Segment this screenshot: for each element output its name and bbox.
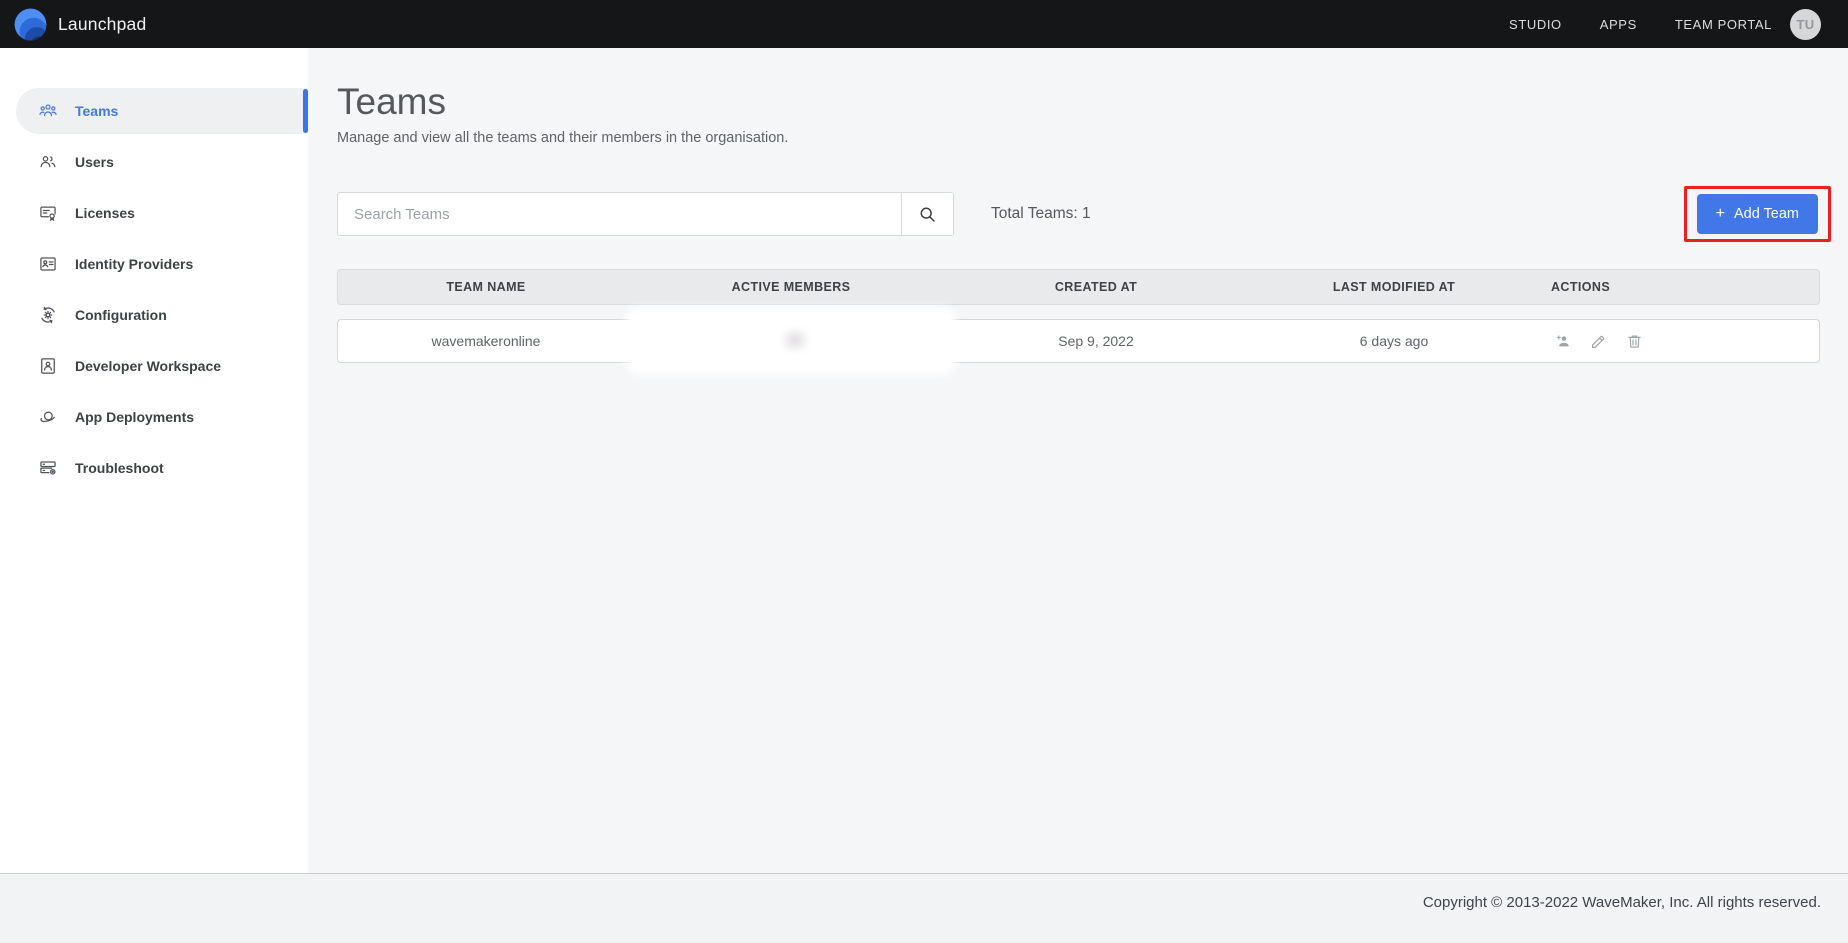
launchpad-app: Launchpad STUDIO APPS TEAM PORTAL TU Tea…	[0, 0, 1848, 943]
sidebar: Teams Users Licenses Identity Providers …	[0, 48, 308, 873]
table-row: wavemakeronline Sep 9, 2022 6 days ago	[337, 313, 1820, 369]
sidebar-item-label: Teams	[75, 103, 119, 119]
topbar: Launchpad STUDIO APPS TEAM PORTAL TU	[0, 0, 1848, 48]
footer: Copyright © 2013-2022 WaveMaker, Inc. Al…	[0, 873, 1848, 943]
sidebar-item-users[interactable]: Users	[16, 139, 308, 185]
col-active-members: ACTIVE MEMBERS	[731, 280, 851, 294]
app-deployments-icon	[38, 407, 58, 427]
add-team-label: Add Team	[1733, 206, 1799, 222]
developer-workspace-icon	[38, 356, 58, 376]
app-title: Launchpad	[58, 13, 147, 34]
users-icon	[38, 152, 58, 172]
sidebar-item-troubleshoot[interactable]: Troubleshoot	[16, 445, 308, 491]
add-team-button[interactable]: + Add Team	[1696, 194, 1818, 234]
delete-team-icon[interactable]	[1625, 332, 1644, 351]
sidebar-item-teams[interactable]: Teams	[16, 88, 308, 134]
cell-created-at: Sep 9, 2022	[1058, 333, 1134, 349]
sidebar-item-label: Licenses	[75, 205, 135, 221]
plus-icon: +	[1715, 205, 1725, 222]
total-teams-count: Total Teams: 1	[991, 205, 1091, 222]
avatar-initials: TU	[1796, 16, 1815, 32]
sidebar-item-licenses[interactable]: Licenses	[16, 190, 308, 236]
col-actions: ACTIONS	[1551, 280, 1611, 294]
nav-studio[interactable]: STUDIO	[1509, 17, 1562, 32]
toolbar: Total Teams: 1 + Add Team	[337, 186, 1831, 242]
configuration-icon	[38, 305, 58, 325]
sidebar-item-label: App Deployments	[75, 409, 195, 425]
troubleshoot-icon	[38, 458, 58, 478]
page-subtitle: Manage and view all the teams and their …	[337, 130, 789, 146]
content-shell: Teams Users Licenses Identity Providers …	[0, 48, 1848, 873]
col-last-modified-at: LAST MODIFIED AT	[1332, 280, 1456, 294]
sidebar-item-label: Configuration	[75, 307, 167, 323]
sidebar-item-developer-workspace[interactable]: Developer Workspace	[16, 343, 308, 389]
sidebar-item-identity-providers[interactable]: Identity Providers	[16, 241, 308, 287]
sidebar-item-app-deployments[interactable]: App Deployments	[16, 394, 308, 440]
edit-team-icon[interactable]	[1589, 332, 1608, 351]
identity-providers-icon	[38, 254, 58, 274]
search-icon	[917, 204, 938, 225]
table-header: TEAM NAME ACTIVE MEMBERS CREATED AT LAST…	[337, 269, 1820, 305]
nav-team-portal[interactable]: TEAM PORTAL	[1675, 17, 1772, 32]
cell-last-modified-at: 6 days ago	[1359, 333, 1429, 349]
nav-apps[interactable]: APPS	[1600, 17, 1637, 32]
col-team-name: TEAM NAME	[446, 280, 526, 294]
page-title: Teams	[337, 81, 446, 122]
search-input[interactable]	[338, 193, 901, 235]
add-member-icon[interactable]	[1553, 332, 1572, 351]
main-content: Teams Manage and view all the teams and …	[308, 48, 1848, 873]
copyright-text: Copyright © 2013-2022 WaveMaker, Inc. Al…	[1422, 894, 1821, 911]
sidebar-item-configuration[interactable]: Configuration	[16, 292, 308, 338]
redacted-blur-smudge	[780, 327, 810, 353]
redacted-blur-overlay	[632, 313, 950, 369]
search-button[interactable]	[901, 193, 953, 235]
sidebar-item-label: Identity Providers	[75, 256, 194, 272]
cell-team-name: wavemakeronline	[431, 333, 541, 349]
user-avatar[interactable]: TU	[1790, 8, 1821, 40]
top-navigation: STUDIO APPS TEAM PORTAL TU	[1471, 8, 1821, 40]
teams-icon	[38, 101, 58, 121]
wavemaker-logo-icon	[14, 8, 47, 41]
licenses-icon	[38, 203, 58, 223]
brand: Launchpad	[14, 8, 146, 41]
sidebar-item-label: Troubleshoot	[75, 460, 164, 476]
search-box	[337, 192, 954, 236]
col-created-at: CREATED AT	[1054, 280, 1138, 294]
cell-actions	[1544, 332, 1819, 351]
sidebar-item-label: Users	[75, 154, 114, 170]
sidebar-item-label: Developer Workspace	[75, 358, 222, 374]
annotation-highlight-box: + Add Team	[1683, 186, 1831, 242]
